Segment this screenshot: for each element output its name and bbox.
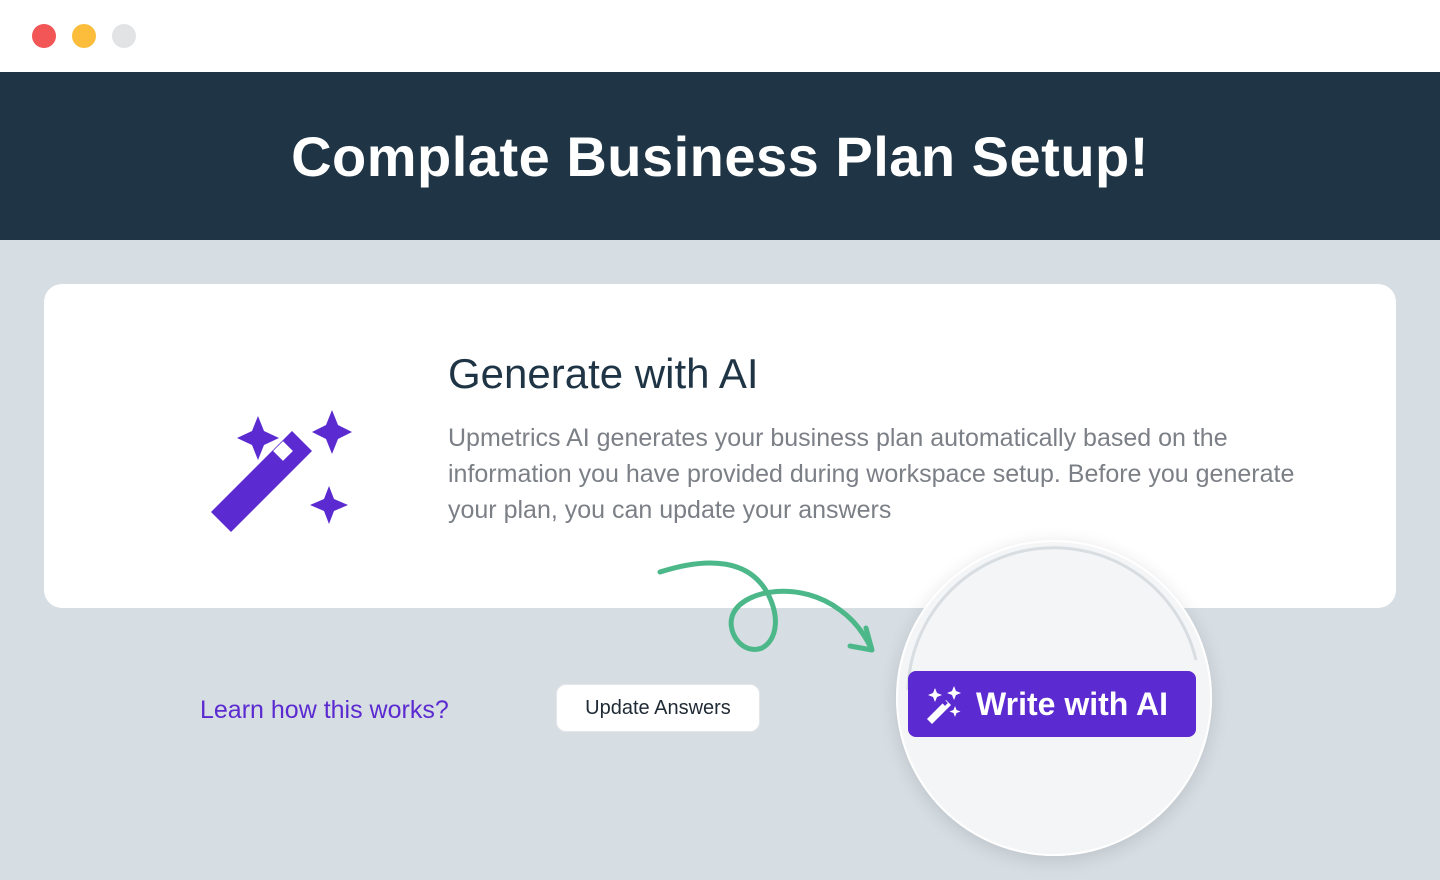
card-description: Upmetrics AI generates your business pla… xyxy=(448,424,1295,524)
learn-how-link[interactable]: Learn how this works? xyxy=(200,696,449,725)
write-with-ai-button[interactable]: Write with AI xyxy=(908,671,1196,737)
magic-wand-icon xyxy=(211,410,352,532)
magic-wand-icon xyxy=(927,686,961,724)
zoom-magnifier: Write with AI xyxy=(896,540,1212,856)
write-with-ai-label: Write with AI xyxy=(976,685,1168,722)
update-answers-button[interactable]: Update Answers xyxy=(556,684,760,732)
card-title: Generate with AI xyxy=(448,350,759,397)
close-window-button[interactable] xyxy=(32,24,56,48)
page-header: Complate Business Plan Setup! xyxy=(0,72,1440,240)
maximize-window-button[interactable] xyxy=(112,24,136,48)
curved-arrow-icon xyxy=(657,560,875,653)
main-content: Generate with AI Upmetrics AI generates … xyxy=(0,240,1440,880)
window-title-bar xyxy=(0,0,1440,72)
minimize-window-button[interactable] xyxy=(72,24,96,48)
page-title: Complate Business Plan Setup! xyxy=(291,124,1149,188)
